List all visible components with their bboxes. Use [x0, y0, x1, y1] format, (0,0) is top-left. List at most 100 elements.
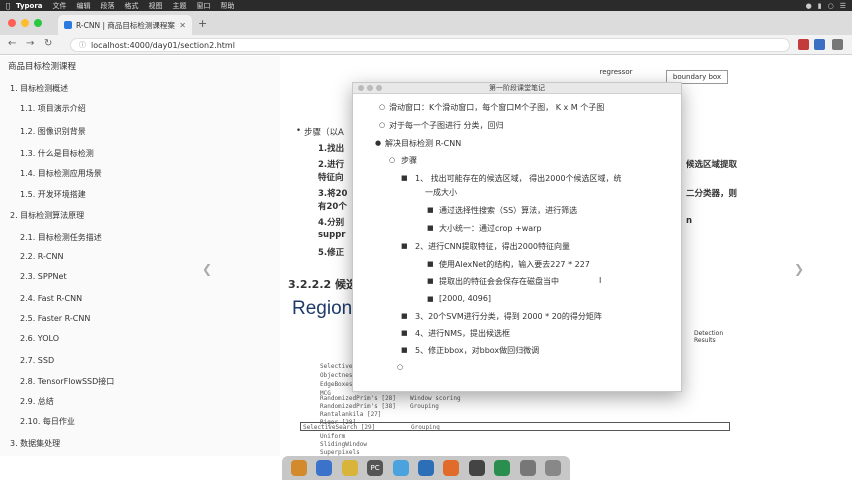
next-slide-arrow-icon[interactable]: ❯ [794, 262, 804, 276]
note-line[interactable]: 5、修正bbox，对bbox做回归微调 [415, 345, 539, 356]
popup-close-button[interactable] [358, 85, 364, 91]
zoom-window-button[interactable] [34, 19, 42, 27]
note-line[interactable]: 3、20个SVM进行分类，得到 2000 * 20的得分矩阵 [415, 311, 602, 322]
toc-item[interactable]: 2.2. R-CNN [20, 252, 63, 261]
menu-list-icon[interactable]: ☰ [840, 2, 846, 10]
new-tab-icon[interactable]: + [198, 17, 207, 30]
note-line[interactable]: 1、 找出可能存在的候选区域， 得出2000个候选区域，统 [415, 173, 622, 184]
dock: PC [282, 456, 570, 480]
note-line[interactable]: 使用AlexNet的结构，输入要去227 * 227 [439, 259, 590, 270]
popup-minimize-button[interactable] [367, 85, 373, 91]
step-2-text: 2.进行 [318, 160, 345, 170]
bullet-icon: ○ [379, 103, 386, 111]
step-4-text: 4.分别 [318, 218, 345, 228]
close-window-button[interactable] [8, 19, 16, 27]
menu-file[interactable]: 文件 [53, 1, 67, 11]
image-icon[interactable] [443, 460, 460, 476]
video-icon[interactable] [468, 460, 485, 476]
menu-paragraph[interactable]: 段落 [101, 1, 115, 11]
step-label: 步骤（以A [304, 128, 344, 138]
popup-title[interactable]: 第一阶段课堂笔记 [353, 83, 681, 94]
note-line[interactable]: 通过选择性搜索（SS）算法，进行筛选 [439, 205, 577, 216]
toc-item[interactable]: 2. 目标检测算法原理 [10, 210, 84, 221]
toc-item[interactable]: 2.4. Fast R-CNN [20, 294, 82, 303]
popup-window-controls [358, 85, 382, 91]
note-line[interactable]: 大小统一：通过crop +warp [439, 223, 542, 234]
toc-item[interactable]: 2.9. 总结 [20, 396, 54, 407]
trash-icon[interactable] [545, 460, 562, 476]
menu-help[interactable]: 帮助 [221, 1, 235, 11]
bullet-icon: ■ [427, 277, 434, 285]
toc-item[interactable]: 2.10. 每日作业 [20, 416, 75, 427]
toc-item[interactable]: 1.1. 项目演示介绍 [20, 103, 86, 114]
notes-popup-window[interactable]: 第一阶段课堂笔记 ○ 滑动窗口：K个滑动窗口，每个窗口M个子图， K x M 个… [352, 82, 682, 392]
empty-bullet-icon[interactable]: ○ [397, 363, 403, 371]
menu-view[interactable]: 视图 [149, 1, 163, 11]
menu-edit[interactable]: 编辑 [77, 1, 91, 11]
toc-item[interactable]: 1.4. 目标检测应用场景 [20, 168, 102, 179]
toc-item[interactable]: 2.6. YOLO [20, 334, 59, 343]
terminal-icon[interactable] [392, 460, 409, 476]
note-line[interactable]: 解决目标检测 R-CNN [385, 138, 461, 149]
bullet-icon: ■ [427, 224, 434, 232]
profile-icon[interactable] [832, 39, 843, 50]
folder-icon[interactable] [519, 460, 536, 476]
extension-icon[interactable] [798, 39, 809, 50]
toc-item[interactable]: 2.8. TensorFlowSSD接口 [20, 376, 114, 387]
text-cursor-icon: I [599, 276, 602, 285]
sidebar-title[interactable]: 商品目标检测课程 [8, 60, 76, 72]
pycharm-icon[interactable] [417, 460, 434, 476]
note-line[interactable]: 4、进行NMS，提出候选框 [415, 328, 510, 339]
close-tab-icon[interactable]: ✕ [179, 21, 186, 30]
toc-item[interactable]: 1. 目标检测概述 [10, 83, 68, 94]
minimize-window-button[interactable] [21, 19, 29, 27]
toc-item[interactable]: 2.7. SSD [20, 356, 54, 365]
region-title: Region [292, 298, 353, 319]
note-line[interactable]: 一成大小 [425, 187, 457, 198]
back-arrow-icon[interactable]: ← [8, 38, 16, 49]
forward-arrow-icon[interactable]: → [26, 38, 34, 49]
step-5-text: 5.修正 [318, 248, 345, 258]
pc-remote-icon[interactable]: PC [367, 460, 384, 476]
chrome-icon[interactable] [494, 460, 511, 476]
toc-item[interactable]: 1.3. 什么是目标检测 [20, 148, 94, 159]
note-line[interactable]: 对于每一个子图进行 分类，回归 [389, 120, 504, 131]
menu-theme[interactable]: 主题 [173, 1, 187, 11]
bullet-icon: ■ [401, 174, 408, 182]
note-line[interactable]: 步骤 [401, 155, 417, 166]
extension-icon-2[interactable] [814, 39, 825, 50]
toc-item[interactable]: 1.2. 图像识别背景 [20, 126, 86, 137]
url-bar[interactable]: ⓘ localhost:4000/day01/section2.html [70, 38, 790, 52]
wifi-icon[interactable]: ● [806, 2, 812, 10]
note-line[interactable]: 提取出的特征会会保存在磁盘当中 [439, 276, 559, 287]
step-2b-text: 特征向 [318, 173, 344, 183]
menu-app-name[interactable]: Typora [16, 2, 43, 10]
app-icon[interactable] [316, 460, 333, 476]
toc-item[interactable]: 2.5. Faster R-CNN [20, 314, 90, 323]
search-icon[interactable]: ○ [828, 2, 834, 10]
toc-item[interactable]: 2.3. SPPNet [20, 272, 67, 281]
note-line[interactable]: 2、进行CNN提取特征，得出2000特征向量 [415, 241, 570, 252]
menu-window[interactable]: 窗口 [197, 1, 211, 11]
bullet-icon: ■ [401, 346, 408, 354]
toc-item[interactable]: 1.5. 开发环境搭建 [20, 189, 86, 200]
finder-icon[interactable] [290, 460, 307, 476]
notes-icon[interactable] [341, 460, 358, 476]
popup-zoom-button[interactable] [376, 85, 382, 91]
note-line[interactable]: 滑动窗口：K个滑动窗口，每个窗口M个子图， K x M 个子图 [389, 102, 604, 113]
bullet-icon: ■ [401, 242, 408, 250]
reload-icon[interactable]: ↻ [44, 38, 52, 49]
note-line[interactable]: [2000, 4096] [439, 294, 491, 303]
prev-slide-arrow-icon[interactable]: ❮ [202, 262, 212, 276]
toc-item[interactable]: 2.1. 目标检测任务描述 [20, 232, 102, 243]
bullet-icon: ● [375, 139, 382, 147]
browser-tab[interactable]: R-CNN | 商品目标检测课程案例 ✕ [58, 15, 192, 35]
menu-format[interactable]: 格式 [125, 1, 139, 11]
bullet-icon: ■ [427, 260, 434, 268]
bullet-icon: ■ [427, 295, 434, 303]
apple-icon[interactable]:  [0, 2, 16, 10]
battery-icon[interactable]: ▮ [818, 2, 822, 10]
info-icon[interactable]: ⓘ [79, 40, 86, 50]
toc-item[interactable]: 3. 数据集处理 [10, 438, 60, 449]
bullet-icon: ■ [401, 312, 408, 320]
